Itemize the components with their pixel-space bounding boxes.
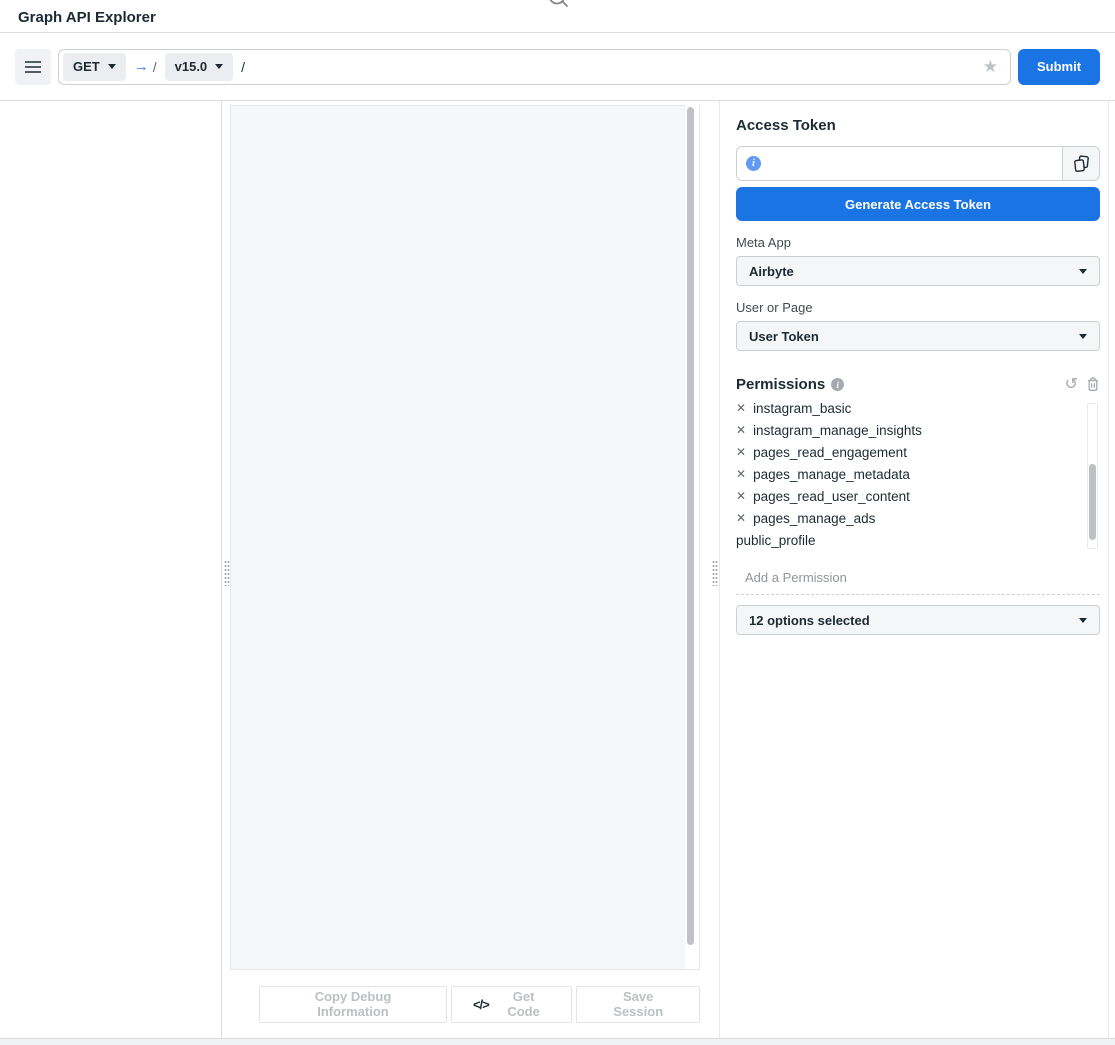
meta-app-select[interactable]: Airbyte <box>736 256 1100 286</box>
remove-permission-icon[interactable]: ✕ <box>736 512 746 524</box>
permission-name: instagram_manage_insights <box>753 423 922 438</box>
main-area: Copy Debug Information </> Get Code Save… <box>0 101 1115 1045</box>
token-field-group: i <box>736 146 1100 181</box>
path-prefix-slash: / <box>241 59 245 75</box>
access-token-input[interactable] <box>769 156 1062 171</box>
permission-name: public_profile <box>736 533 816 548</box>
page-scroll-edge <box>1108 101 1109 1038</box>
permission-row: ✕ pages_read_engagement <box>736 441 1100 463</box>
menu-button[interactable] <box>15 49 51 85</box>
arrow-right-icon: → <box>134 58 149 75</box>
permission-row: ✕ pages_read_user_content <box>736 485 1100 507</box>
chevron-down-icon <box>108 64 116 69</box>
permission-row: ✕ instagram_manage_insights <box>736 419 1100 441</box>
undo-icon[interactable]: ↺ <box>1065 377 1078 393</box>
access-token-heading: Access Token <box>736 117 1100 134</box>
permissions-scrollbar-thumb[interactable] <box>1089 464 1096 540</box>
right-resize-handle[interactable] <box>712 560 718 586</box>
path-slash: / <box>153 59 157 75</box>
chevron-down-icon <box>1079 269 1087 274</box>
version-dropdown[interactable]: v15.0 <box>165 53 234 81</box>
copy-debug-label: Copy Debug Information <box>281 989 425 1019</box>
hamburger-icon <box>25 61 41 73</box>
permissions-header: Permissions i ↺ <box>736 376 1100 393</box>
code-icon: </> <box>473 997 489 1012</box>
user-or-page-value: User Token <box>749 329 819 344</box>
get-code-button[interactable]: </> Get Code <box>451 986 572 1023</box>
copy-icon <box>1073 155 1090 173</box>
permission-name: instagram_basic <box>753 401 851 416</box>
chevron-down-icon <box>215 64 223 69</box>
get-code-label: Get Code <box>497 989 551 1019</box>
info-icon[interactable]: i <box>831 378 844 391</box>
chevron-down-icon <box>1079 334 1087 339</box>
permission-name: pages_manage_metadata <box>753 467 910 482</box>
remove-permission-icon[interactable]: ✕ <box>736 402 746 414</box>
user-or-page-label: User or Page <box>736 300 1100 315</box>
search-icon[interactable] <box>546 0 572 13</box>
request-bar: GET → / v15.0 / ★ <box>58 49 1011 85</box>
request-toolbar: GET → / v15.0 / ★ Submit <box>0 33 1115 101</box>
permissions-options-select[interactable]: 12 options selected <box>736 605 1100 635</box>
remove-permission-icon[interactable]: ✕ <box>736 490 746 502</box>
fields-panel <box>0 101 222 1038</box>
user-or-page-select[interactable]: User Token <box>736 321 1100 351</box>
permissions-list: ✕ instagram_basic ✕ instagram_manage_ins… <box>736 401 1100 552</box>
options-selected-value: 12 options selected <box>749 613 870 628</box>
submit-button[interactable]: Submit <box>1018 49 1100 85</box>
favorite-star-icon[interactable]: ★ <box>983 58 998 75</box>
path-input[interactable] <box>253 50 975 84</box>
response-scrollbar-thumb[interactable] <box>687 107 694 945</box>
permission-name: pages_read_user_content <box>753 489 910 504</box>
permissions-scrollbar <box>1087 403 1098 549</box>
version-label: v15.0 <box>175 59 208 74</box>
remove-permission-icon[interactable]: ✕ <box>736 424 746 436</box>
permission-name: pages_manage_ads <box>753 511 875 526</box>
save-session-label: Save Session <box>598 989 678 1019</box>
permission-row: ✕ instagram_basic <box>736 401 1100 419</box>
chevron-down-icon <box>1079 618 1087 623</box>
token-field[interactable]: i <box>736 146 1062 181</box>
meta-app-value: Airbyte <box>749 264 794 279</box>
permissions-heading: Permissions <box>736 376 825 393</box>
method-dropdown[interactable]: GET <box>63 53 126 81</box>
add-permission-input[interactable] <box>736 566 1100 595</box>
permission-row: public_profile <box>736 529 1100 551</box>
session-button-bar: Copy Debug Information </> Get Code Save… <box>230 969 700 1038</box>
meta-app-label: Meta App <box>736 235 1100 250</box>
method-label: GET <box>73 59 100 74</box>
access-token-sidebar: Access Token i Generate Access Token Met… <box>719 101 1115 1038</box>
footer-strip <box>0 1038 1115 1045</box>
remove-permission-icon[interactable]: ✕ <box>736 446 746 458</box>
permission-name: pages_read_engagement <box>753 445 907 460</box>
permission-row: ✕ pages_manage_metadata <box>736 463 1100 485</box>
trash-icon[interactable] <box>1086 377 1100 392</box>
response-panel <box>230 105 685 969</box>
save-session-button[interactable]: Save Session <box>576 986 700 1023</box>
title-bar: Graph API Explorer <box>0 0 1115 33</box>
copy-debug-button[interactable]: Copy Debug Information <box>259 986 447 1023</box>
generate-access-token-button[interactable]: Generate Access Token <box>736 187 1100 221</box>
response-scrollbar <box>685 105 700 969</box>
info-icon[interactable]: i <box>746 156 761 171</box>
remove-permission-icon[interactable]: ✕ <box>736 468 746 480</box>
copy-token-button[interactable] <box>1062 146 1100 181</box>
permission-row: ✕ pages_manage_ads <box>736 507 1100 529</box>
